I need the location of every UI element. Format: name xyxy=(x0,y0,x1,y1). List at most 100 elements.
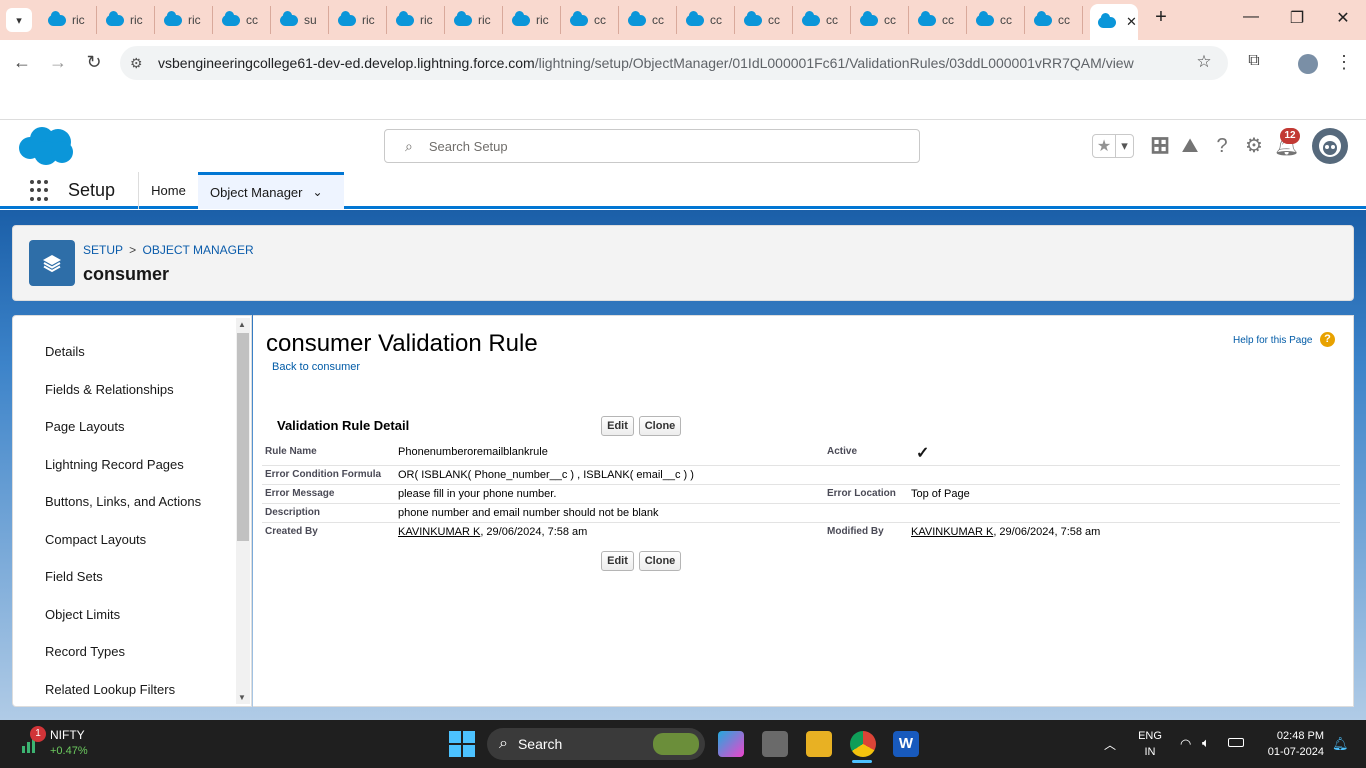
salesforce-logo[interactable] xyxy=(16,126,74,166)
sidebar-item-field-sets[interactable]: Field Sets xyxy=(45,569,103,584)
sidebar-item-lightning-record-pages[interactable]: Lightning Record Pages xyxy=(45,457,184,472)
browser-tab[interactable]: ric xyxy=(388,6,445,34)
browser-tab[interactable]: cc xyxy=(1026,6,1083,34)
created-by-user-link[interactable]: KAVINKUMAR K xyxy=(398,526,480,538)
browser-tab[interactable]: ric xyxy=(504,6,561,34)
browser-tab-label: cc xyxy=(826,13,838,27)
breadcrumb-setup[interactable]: SETUP xyxy=(83,243,123,257)
edit-button-bottom[interactable]: Edit xyxy=(601,551,634,571)
sidebar-item-details[interactable]: Details xyxy=(45,344,85,359)
restore-button[interactable]: ❐ xyxy=(1282,8,1312,28)
close-window-button[interactable]: ✕ xyxy=(1328,8,1358,28)
forward-arrow-icon[interactable]: → xyxy=(46,52,70,73)
scroll-up-icon[interactable]: ▲ xyxy=(238,320,246,329)
profile-avatar[interactable] xyxy=(1298,54,1318,74)
sidebar-item-buttons-links-actions[interactable]: Buttons, Links, and Actions xyxy=(45,494,201,509)
back-link[interactable]: Back to consumer xyxy=(272,361,360,373)
nav-tab-object-manager[interactable]: Object Manager ⌄ xyxy=(198,172,344,209)
salesforce-favicon-icon xyxy=(48,10,66,26)
chevron-up-icon[interactable]: ︿ xyxy=(1104,736,1116,753)
file-explorer-icon[interactable] xyxy=(806,731,832,757)
edit-button-top[interactable]: Edit xyxy=(601,416,634,436)
battery-icon[interactable] xyxy=(1228,738,1244,747)
browser-tab[interactable]: cc xyxy=(910,6,967,34)
url-bar[interactable]: vsbengineeringcollege61-dev-ed.develop.l… xyxy=(120,46,1228,80)
language-top[interactable]: ENG xyxy=(1138,730,1162,742)
back-arrow-icon[interactable]: ← xyxy=(10,52,34,73)
browser-tab[interactable]: cc xyxy=(678,6,735,34)
clock-time[interactable]: 02:48 PM xyxy=(1262,730,1324,742)
chrome-menu-icon[interactable]: ⋮ xyxy=(1332,52,1356,73)
salesforce-favicon-icon xyxy=(976,10,994,26)
sidebar-item-fields[interactable]: Fields & Relationships xyxy=(45,382,174,397)
help-icon[interactable]: ? xyxy=(1210,134,1234,158)
bookmark-star-icon[interactable]: ☆ xyxy=(1192,52,1216,72)
browser-tab-label: cc xyxy=(594,13,606,27)
sidebar-item-compact-layouts[interactable]: Compact Layouts xyxy=(45,532,146,547)
clock-date[interactable]: 01-07-2024 xyxy=(1260,746,1324,758)
global-actions-icon[interactable]: ⊞ xyxy=(1148,134,1172,158)
word-icon[interactable]: W xyxy=(893,731,919,757)
sidebar-item-related-lookup-filters[interactable]: Related Lookup Filters xyxy=(45,682,175,697)
help-icon[interactable]: ? xyxy=(1320,332,1335,347)
browser-tab[interactable]: ric xyxy=(446,6,503,34)
formula-label: Error Condition Formula xyxy=(265,469,382,480)
task-view-icon[interactable] xyxy=(762,731,788,757)
created-by-date: , 29/06/2024, 7:58 am xyxy=(480,526,588,538)
browser-tab[interactable]: ric xyxy=(156,6,213,34)
browser-tab[interactable]: cc xyxy=(736,6,793,34)
chevron-down-icon[interactable]: ▾ xyxy=(1115,135,1133,157)
browser-tab[interactable]: cc xyxy=(794,6,851,34)
modified-by-user-link[interactable]: KAVINKUMAR K xyxy=(911,526,993,538)
search-icon: ⌕ xyxy=(499,735,508,752)
tab-search-button[interactable]: ▾ xyxy=(6,8,32,32)
browser-tab-label: cc xyxy=(1000,13,1012,27)
stock-name[interactable]: NIFTY xyxy=(50,728,85,742)
browser-tab[interactable]: cc xyxy=(852,6,909,34)
clone-button-bottom[interactable]: Clone xyxy=(639,551,681,571)
chevron-down-icon[interactable]: ⌄ xyxy=(313,185,323,199)
browser-tab-label: ric xyxy=(536,13,549,27)
gear-icon[interactable]: ⚙ xyxy=(1242,134,1266,158)
taskbar-search[interactable]: ⌕ Search xyxy=(487,728,705,760)
browser-tab[interactable]: cc xyxy=(968,6,1025,34)
notification-bell-icon[interactable]: 🔔︎ xyxy=(1332,736,1349,752)
rule-name-label: Rule Name xyxy=(265,446,317,457)
favorites-button[interactable]: ★ ▾ xyxy=(1092,134,1134,158)
extensions-icon[interactable]: ⧉ xyxy=(1242,52,1266,70)
setup-search-input[interactable]: ⌕ Search Setup xyxy=(384,129,920,163)
close-tab-icon[interactable]: ✕ xyxy=(1126,14,1137,30)
tab-active[interactable]: ✕ xyxy=(1090,4,1138,40)
copilot-icon[interactable] xyxy=(718,731,744,757)
browser-tab-label: ric xyxy=(362,13,375,27)
scrollbar-thumb[interactable] xyxy=(237,333,249,541)
volume-icon[interactable]: 🔈︎ xyxy=(1202,735,1210,751)
browser-tab[interactable]: su xyxy=(272,6,329,34)
sidebar-item-record-types[interactable]: Record Types xyxy=(45,644,125,659)
trailhead-icon[interactable]: ⛰ xyxy=(1178,134,1202,158)
browser-tab[interactable]: ric xyxy=(98,6,155,34)
new-tab-button[interactable]: + xyxy=(1146,6,1176,29)
user-avatar[interactable] xyxy=(1312,128,1348,164)
breadcrumb-object-manager[interactable]: OBJECT MANAGER xyxy=(143,243,254,257)
browser-tab[interactable]: cc xyxy=(214,6,271,34)
browser-tab[interactable]: cc xyxy=(562,6,619,34)
sidebar-item-page-layouts[interactable]: Page Layouts xyxy=(45,419,125,434)
nav-tab-home[interactable]: Home xyxy=(138,172,198,209)
minimize-button[interactable]: — xyxy=(1236,8,1266,26)
browser-tab[interactable]: cc xyxy=(620,6,677,34)
language-bottom[interactable]: IN xyxy=(1138,746,1162,758)
browser-tab[interactable]: ric xyxy=(330,6,387,34)
wifi-icon[interactable]: ◠ xyxy=(1180,736,1191,752)
sidebar-item-object-limits[interactable]: Object Limits xyxy=(45,607,120,622)
chrome-icon[interactable] xyxy=(850,731,876,757)
site-info-icon[interactable]: ⚙ xyxy=(130,55,143,72)
salesforce-favicon-icon xyxy=(628,10,646,26)
app-launcher-icon[interactable] xyxy=(30,180,52,202)
clone-button-top[interactable]: Clone xyxy=(639,416,681,436)
browser-tab[interactable]: ric xyxy=(40,6,97,34)
windows-start-icon[interactable] xyxy=(449,731,475,757)
reload-icon[interactable]: ↻ xyxy=(82,52,106,73)
help-link[interactable]: Help for this Page xyxy=(1233,335,1313,346)
scroll-down-icon[interactable]: ▼ xyxy=(238,693,246,702)
